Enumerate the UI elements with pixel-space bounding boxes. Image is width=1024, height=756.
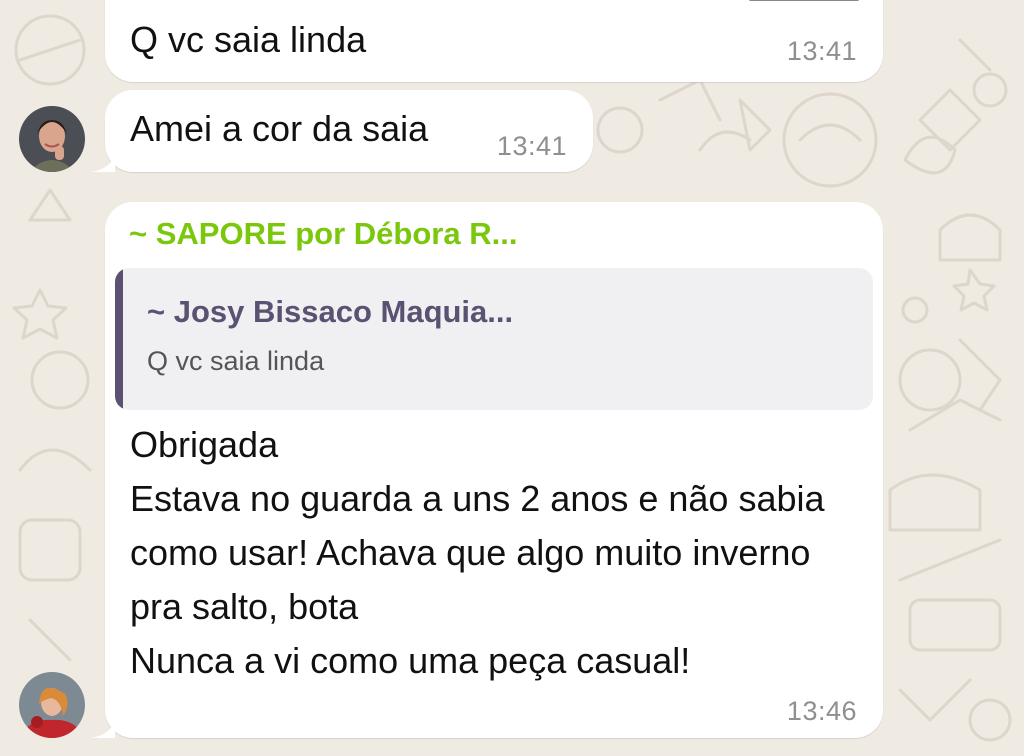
message-timestamp: 13:46 [786,696,857,726]
message-text: Amei a cor da saia [130,108,429,149]
quoted-text: Q vc saia linda [147,346,325,376]
bubble-tail [91,718,115,738]
bubble-tail [91,152,115,172]
quoted-message[interactable]: ~ Josy Bissaco Maquia... Q vc saia linda [115,268,873,410]
message-bubble[interactable]: Amei a cor da saia 13:41 [91,90,593,172]
sender-name[interactable]: ~ SAPORE por Débora R... [129,216,517,252]
quoted-author: ~ Josy Bissaco Maquia... [147,294,514,329]
message-bubble[interactable]: Q vc saia linda 13:41 [105,0,883,82]
message-timestamp: 13:41 [786,36,857,66]
avatar-image [19,672,85,738]
message-timestamp: 13:41 [496,131,567,161]
message-text: Obrigada Estava no guarda a uns 2 anos e… [130,424,825,681]
avatar[interactable] [19,672,85,738]
avatar-image [19,106,85,172]
message-bubble-reply[interactable]: ~ SAPORE por Débora R... ~ Josy Bissaco … [91,202,883,738]
avatar[interactable] [19,106,85,172]
quote-accent-bar [115,268,123,410]
top-media-edge [749,0,859,1]
message-text: Q vc saia linda [130,19,367,60]
